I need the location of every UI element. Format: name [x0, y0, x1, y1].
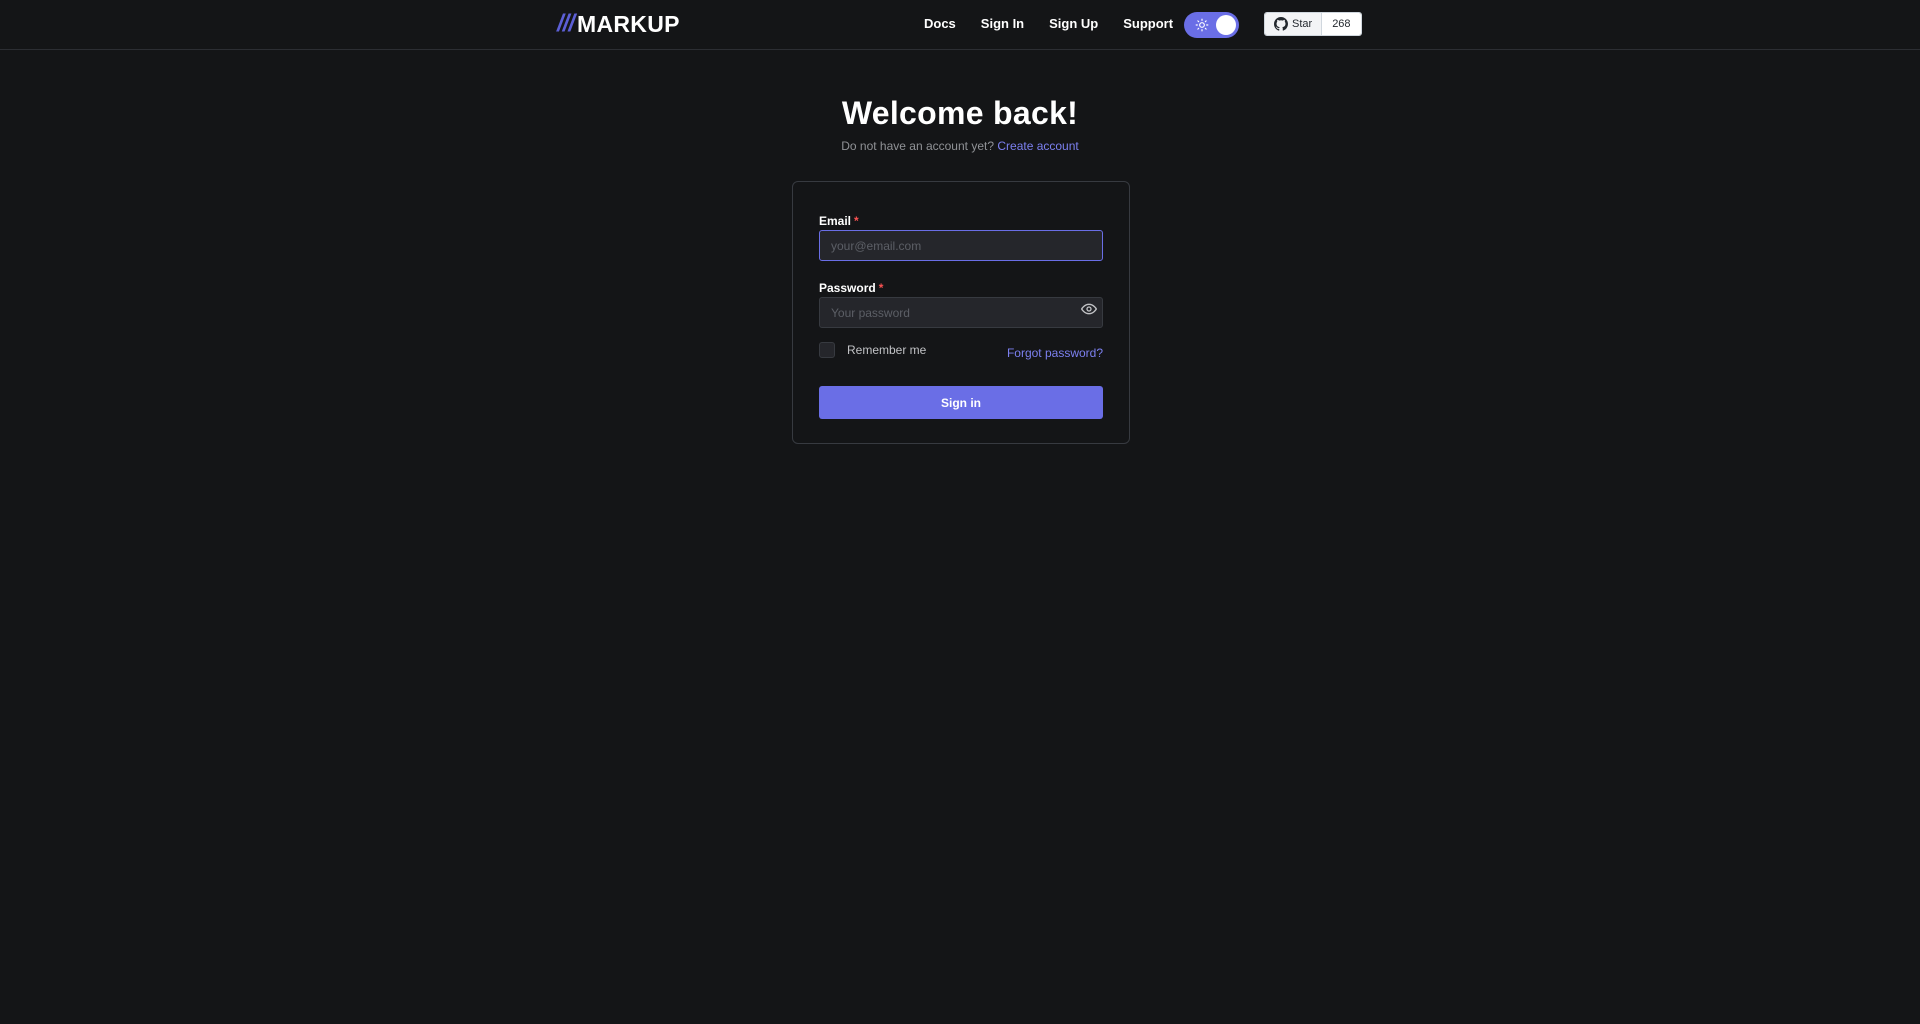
email-label-row: Email *	[819, 214, 859, 228]
email-label: Email	[819, 214, 852, 228]
github-star-count[interactable]: 268	[1322, 13, 1361, 35]
create-account-link[interactable]: Create account	[997, 139, 1078, 153]
password-input[interactable]	[819, 297, 1103, 328]
logo-text: MARKUP	[577, 10, 680, 37]
page-subtitle: Do not have an account yet? Create accou…	[0, 139, 1920, 153]
password-required-mark: *	[878, 281, 884, 295]
email-required-mark: *	[854, 214, 859, 228]
main-nav: Docs Sign In Sign Up Support	[924, 15, 1198, 33]
nav-support[interactable]: Support	[1123, 15, 1173, 33]
sign-in-button[interactable]: Sign in	[819, 386, 1103, 419]
remember-me-checkbox[interactable]	[819, 342, 835, 358]
nav-sign-up[interactable]: Sign Up	[1049, 15, 1098, 33]
theme-toggle[interactable]	[1184, 12, 1239, 38]
login-card: Email* Password* Remember me Forgot pass…	[792, 181, 1130, 444]
logo-slashes: ///	[557, 10, 575, 37]
eye-icon[interactable]	[1081, 301, 1097, 317]
github-star-widget: Star 268	[1264, 12, 1362, 36]
password-label-row: Password *	[819, 281, 883, 295]
page-title: Welcome back!	[841, 95, 1079, 131]
forgot-password-link[interactable]: Forgot password?	[1007, 346, 1103, 360]
sun-icon	[1195, 18, 1209, 32]
top-navbar: /// MARKUP Docs Sign In Sign Up Support …	[0, 0, 1920, 50]
github-star-label: Star	[1292, 18, 1313, 30]
subtitle-text: Do not have an account yet?	[841, 139, 995, 153]
github-star-button[interactable]: Star	[1265, 13, 1323, 35]
github-icon	[1274, 17, 1288, 31]
toggle-knob	[1216, 15, 1236, 35]
logo-link[interactable]: /// MARKUP	[557, 10, 680, 38]
password-label: Password	[819, 281, 876, 295]
remember-me-label[interactable]: Remember me	[847, 343, 926, 357]
nav-docs[interactable]: Docs	[924, 15, 956, 33]
email-input[interactable]	[819, 230, 1103, 261]
nav-sign-in[interactable]: Sign In	[981, 15, 1024, 33]
